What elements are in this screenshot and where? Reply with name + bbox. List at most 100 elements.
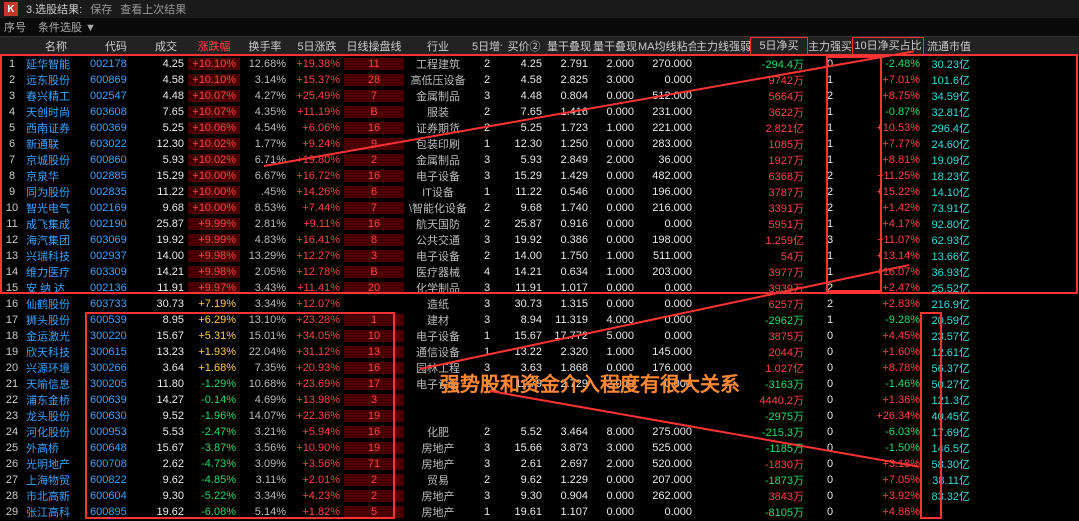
cell: 2.000	[592, 458, 638, 470]
cell: 002136	[88, 282, 144, 294]
table-row[interactable]: 6新通联60302212.30+10.02%1.77%+9.24%9包装印刷11…	[0, 136, 1079, 152]
table-row[interactable]: 26光明地产6007082.62-4.73%3.09%+3.56%71房地产32…	[0, 456, 1079, 472]
table-row[interactable]: 19欣天科技30061513.23+1.93%22.04%+31.12%13通信…	[0, 344, 1079, 360]
cell: +1.60%	[852, 346, 924, 358]
table-row[interactable]: 25外高桥60064815.67-3.87%3.56%+10.90%19房地产3…	[0, 440, 1079, 456]
cell: 3.21%	[240, 426, 290, 438]
cell: 房地产	[404, 504, 472, 520]
col-名称[interactable]: 名称	[24, 38, 88, 54]
table-row[interactable]: 17狮头股份6005398.95+6.29%13.10%+23.28%1建材38…	[0, 312, 1079, 328]
table-row[interactable]: 16仙鹤股份60373330.73+7.19%3.34%+12.07%造纸330…	[0, 296, 1079, 312]
cell: -8105万	[750, 504, 808, 520]
cell: 2	[472, 106, 502, 118]
cell: 0	[808, 442, 852, 454]
table-row[interactable]: 9同为股份00283511.22+10.00% .45%+14.26%6IT设备…	[0, 184, 1079, 200]
table-row[interactable]: 8京泉华00288515.29+10.00%6.67%+16.72%16电子设备…	[0, 168, 1079, 184]
table-row[interactable]: 10智光电气0021699.68+10.00%8.53%+7.44%7\智能化设…	[0, 200, 1079, 216]
cell: 600648	[88, 442, 144, 454]
cell: 2	[472, 474, 502, 486]
col-5日增仓[interactable]: 5日增仓	[472, 38, 502, 54]
table-row[interactable]: 7京城股份6008605.93+10.02%6.71%+19.80%2金属制品3…	[0, 152, 1079, 168]
cell: 73.91亿	[924, 200, 974, 216]
cell: 15.66	[502, 442, 546, 454]
cell: +10.00%	[188, 170, 240, 182]
cell: 3	[0, 90, 24, 102]
table-row[interactable]: 24河化股份0009535.53-2.47%3.21%+5.94%16化肥25.…	[0, 424, 1079, 440]
cell: 146.5亿	[924, 440, 974, 456]
table-row[interactable]: 3春兴精工0025474.48+10.07%4.27%+25.49%7金属制品3…	[0, 88, 1079, 104]
cell: 0.000	[638, 314, 696, 326]
table-row[interactable]: 23龙头股份6006309.52-1.96%14.07%+22.36%19-29…	[0, 408, 1079, 424]
table-row[interactable]: 21天喻信息30020511.80-1.29%10.68%+23.69%17电子…	[0, 376, 1079, 392]
cell: 600369	[88, 122, 144, 134]
cell: 29	[0, 506, 24, 518]
cond-dropdown[interactable]: 条件选股 ▼	[38, 19, 96, 35]
col-主力线强弱[interactable]: 主力线强弱	[696, 38, 750, 54]
cell: 9.62	[502, 474, 546, 486]
cell: +13.98%	[290, 394, 344, 406]
col-量干叠现[interactable]: 量干叠现	[592, 38, 638, 54]
col-涨跌幅[interactable]: 涨跌幅	[188, 38, 240, 54]
cell: 3.34%	[240, 298, 290, 310]
cell: 17	[0, 314, 24, 326]
table-row[interactable]: 1延华智能0021784.25+10.10%12.68%+19.38%11工程建…	[0, 56, 1079, 72]
table-row[interactable]: 27上海物贸6008229.62-4.85%3.11%+2.01%2贸易29.6…	[0, 472, 1079, 488]
cell: 19	[0, 346, 24, 358]
table-row[interactable]: 15安 纳 达00213611.91+9.97%3.43%+11.41%20化学…	[0, 280, 1079, 296]
cell: 12.30	[502, 138, 546, 150]
cell: 600860	[88, 154, 144, 166]
col-成交[interactable]: 成交	[144, 38, 188, 54]
col-日线操盘线[interactable]: 日线操盘线	[344, 38, 404, 54]
col-代码[interactable]: 代码	[88, 38, 144, 54]
table-row[interactable]: 11成飞集成00219025.87+9.99%2.81%+9.11%16航天国防…	[0, 216, 1079, 232]
cell: 0.000	[592, 234, 638, 246]
table-row[interactable]: 20兴源环境3002663.64+1.68%7.35%+20.93%16园林工程…	[0, 360, 1079, 376]
cell: 9.68	[502, 202, 546, 214]
cell: 19.92	[502, 234, 546, 246]
table-row[interactable]: 13兴瑞科技00293714.00+9.98%13.29%+12.27%3电子设…	[0, 248, 1079, 264]
cell: 张江高科	[24, 504, 88, 520]
cell: 221.000	[638, 122, 696, 134]
table-row[interactable]: 18金运激光30022015.67+5.31%15.01%+34.05%10电子…	[0, 328, 1079, 344]
col-5日涨跌[interactable]: 5日涨跌	[290, 38, 344, 54]
cell: 1.315	[546, 298, 592, 310]
cell: 化学制品	[404, 280, 472, 296]
cell: 176.000	[638, 362, 696, 374]
table-row[interactable]: 28市北高新6006049.30-5.22%3.34%+4.23%2房地产39.…	[0, 488, 1079, 504]
cell: 145.000	[638, 346, 696, 358]
view-prev-link[interactable]: 查看上次结果	[120, 1, 186, 17]
col-买价②[interactable]: 买价②	[502, 38, 546, 54]
cell: 15.29	[502, 170, 546, 182]
table-row[interactable]: 22浦东金桥60063914.27-0.14%4.69%+13.98%34440…	[0, 392, 1079, 408]
table-row[interactable]: 4天创时尚6036087.65+10.07%4.35%+11.19%B服装27.…	[0, 104, 1079, 120]
table-row[interactable]: 12海汽集团60306919.92+9.99%4.83%+16.41%8公共交通…	[0, 232, 1079, 248]
cell: 2.62	[144, 458, 188, 470]
col-MA均线粘合[interactable]: MA均线粘合	[638, 38, 696, 54]
cell: 0	[808, 362, 852, 374]
col-5日净买[interactable]: 5日净买	[750, 37, 808, 55]
cell: 92.80亿	[924, 216, 974, 232]
save-link[interactable]: 保存	[90, 1, 112, 17]
table-row[interactable]: 14维力医疗60330914.21+9.98%2.05%+12.78%B医疗器械…	[0, 264, 1079, 280]
cell: 1	[472, 186, 502, 198]
cell: 4.25	[502, 58, 546, 70]
col-主力强买[interactable]: 主力强买	[808, 38, 852, 54]
cell: 603309	[88, 266, 144, 278]
col-量干叠现[interactable]: 量干叠现	[546, 38, 592, 54]
col-行业[interactable]: 行业	[404, 38, 472, 54]
cell: 50.27亿	[924, 376, 974, 392]
col-流通市值[interactable]: 流通市值	[924, 38, 974, 54]
cell: 231.000	[638, 106, 696, 118]
cell: 光明地产	[24, 456, 88, 472]
cell: +23.28%	[290, 314, 344, 326]
cell: 4.54%	[240, 122, 290, 134]
col-换手率[interactable]: 换手率	[240, 38, 290, 54]
table-row[interactable]: 2远东股份6008694.58+10.10%3.14%+15.37%28高低压设…	[0, 72, 1079, 88]
cell: 春兴精工	[24, 88, 88, 104]
cell: 14.00	[502, 250, 546, 262]
col-10日净买占比[interactable]: 10日净买占比	[852, 37, 924, 55]
cell: B	[344, 106, 404, 118]
table-row[interactable]: 29张江高科60089519.62-6.08%5.14%+1.82%5房地产11…	[0, 504, 1079, 520]
table-row[interactable]: 5西南证券6003695.25+10.06%4.54%+6.06%16证券期货2…	[0, 120, 1079, 136]
cell: .45%	[240, 186, 290, 198]
